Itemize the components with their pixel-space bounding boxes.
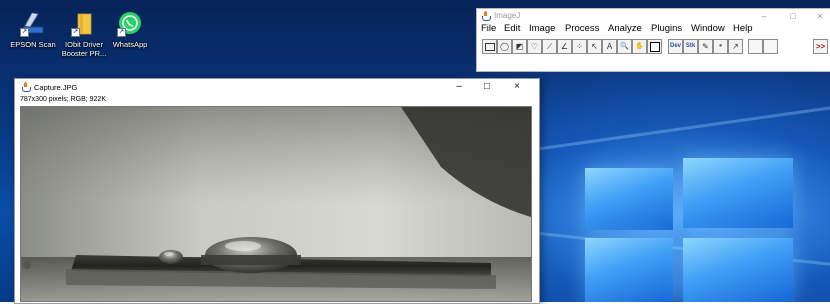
pencil-tool-icon[interactable]: ✎ xyxy=(698,39,713,54)
color-picker-tool-icon[interactable] xyxy=(647,39,662,54)
stack-menu-icon[interactable]: Stk xyxy=(683,39,698,54)
menu-window[interactable]: Window xyxy=(691,23,725,34)
magnifier-tool-icon[interactable]: 🔍 xyxy=(617,39,632,54)
desktop-icon-label: WhatsApp xyxy=(112,40,148,49)
wallpaper-light-beam xyxy=(519,105,830,153)
line-tool-icon[interactable]: ⟋ xyxy=(542,39,557,54)
menu-help[interactable]: Help xyxy=(733,23,753,34)
minimize-button[interactable]: – xyxy=(448,79,470,95)
polygon-tool-icon[interactable]: ◩ xyxy=(512,39,527,54)
menu-analyze[interactable]: Analyze xyxy=(608,23,642,34)
close-button[interactable]: × xyxy=(506,79,528,95)
developer-menu-icon[interactable]: Dev xyxy=(668,39,683,54)
point-tool-icon[interactable]: ⁘ xyxy=(572,39,587,54)
menu-image[interactable]: Image xyxy=(529,23,555,34)
maximize-button[interactable]: □ xyxy=(782,9,804,23)
oval-tool-icon[interactable]: ◯ xyxy=(497,39,512,54)
empty-tool-slot xyxy=(763,39,778,54)
wallpaper-window-pane xyxy=(683,158,793,228)
desktop-icon-epson-scan[interactable]: ↗ EPSON Scan xyxy=(5,11,61,49)
imagej-titlebar[interactable]: ImageJ – □ × xyxy=(477,9,830,23)
epson-scan-icon: ↗ xyxy=(20,11,46,37)
droplet-photo xyxy=(21,107,531,301)
menu-edit[interactable]: Edit xyxy=(504,23,520,34)
image-window-title: Capture.JPG xyxy=(34,83,78,92)
shortcut-arrow-icon: ↗ xyxy=(71,28,80,37)
text-tool-icon[interactable]: A xyxy=(602,39,617,54)
menu-file[interactable]: File xyxy=(481,23,496,34)
whatsapp-icon: ↗ xyxy=(117,11,143,37)
wand-tool-icon[interactable]: ↖ xyxy=(587,39,602,54)
shortcut-arrow-icon: ↗ xyxy=(20,28,29,37)
imagej-window: ImageJ – □ × File Edit Image Process Ana… xyxy=(476,8,830,72)
folder-icon: ↗ xyxy=(71,11,97,37)
image-canvas[interactable] xyxy=(20,106,532,302)
brush-tool-icon[interactable]: ● xyxy=(713,39,728,54)
java-icon xyxy=(21,82,31,92)
desktop-icon-whatsapp[interactable]: ↗ WhatsApp xyxy=(102,11,158,49)
imagej-title: ImageJ xyxy=(494,11,521,20)
menu-plugins[interactable]: Plugins xyxy=(651,23,682,34)
shortcut-arrow-icon: ↗ xyxy=(117,28,126,37)
wallpaper-window-pane xyxy=(585,168,673,230)
image-info-text: 787x300 pixels; RGB; 922K xyxy=(20,96,106,103)
rectangle-tool-icon[interactable] xyxy=(482,39,497,54)
image-window-titlebar[interactable]: Capture.JPG – □ × xyxy=(15,79,539,95)
freehand-tool-icon[interactable]: ♡ xyxy=(527,39,542,54)
wallpaper-window-pane xyxy=(683,238,793,302)
minimize-button[interactable]: – xyxy=(753,9,775,23)
empty-tool-slot xyxy=(748,39,763,54)
imagej-menubar: File Edit Image Process Analyze Plugins … xyxy=(477,23,830,36)
close-button[interactable]: × xyxy=(809,9,830,23)
desktop-icon-label: EPSON Scan xyxy=(10,40,56,49)
java-icon xyxy=(481,11,491,21)
wallpaper-window-pane xyxy=(585,238,673,302)
image-window: Capture.JPG – □ × 787x300 pixels; RGB; 9… xyxy=(14,78,540,304)
imagej-toolbar: ◯ ◩ ♡ ⟋ ∠ ⁘ ↖ A 🔍 ✋ Dev Stk ✎ ● ↗ >> xyxy=(482,39,830,54)
angle-tool-icon[interactable]: ∠ xyxy=(557,39,572,54)
maximize-button[interactable]: □ xyxy=(476,79,498,95)
arrow-tool-icon[interactable]: ↗ xyxy=(728,39,743,54)
hand-tool-icon[interactable]: ✋ xyxy=(632,39,647,54)
more-tools-icon[interactable]: >> xyxy=(813,39,828,54)
menu-process[interactable]: Process xyxy=(565,23,599,34)
